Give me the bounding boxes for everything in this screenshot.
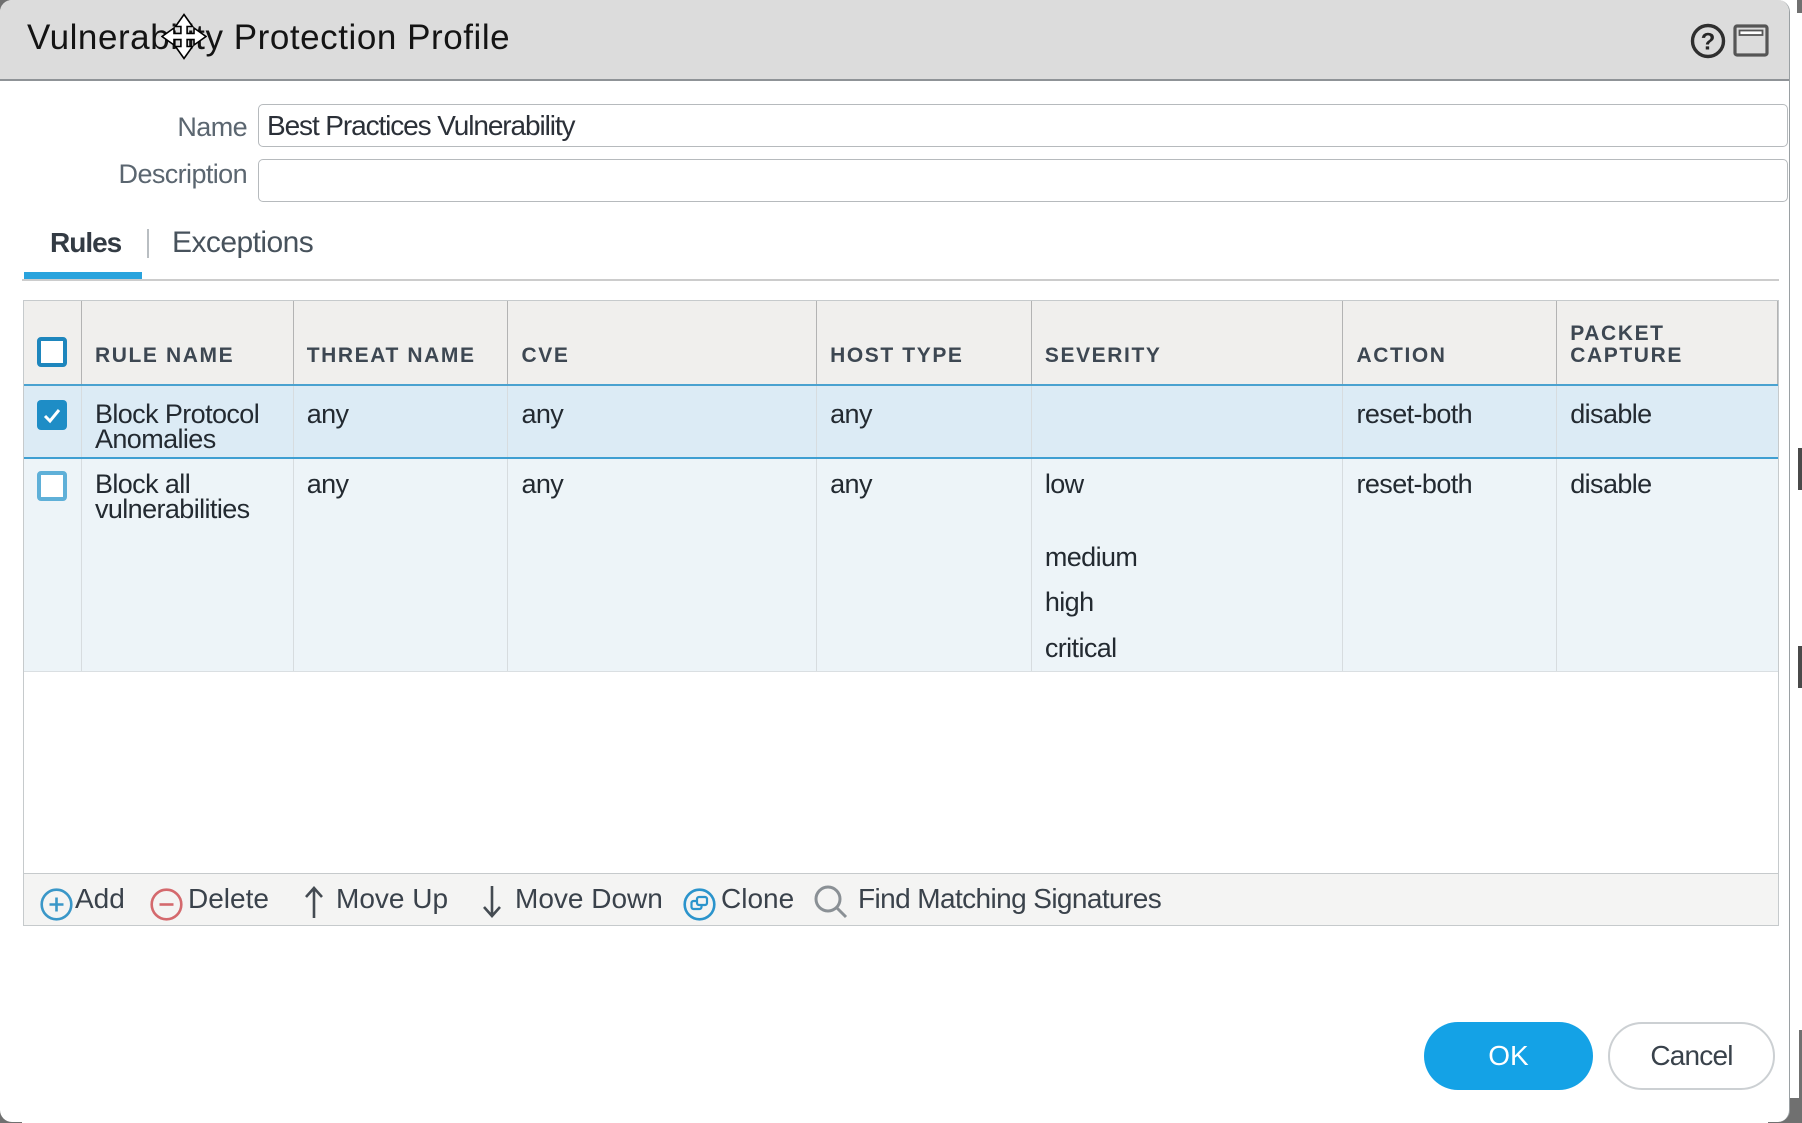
- svg-text:?: ?: [1701, 29, 1716, 56]
